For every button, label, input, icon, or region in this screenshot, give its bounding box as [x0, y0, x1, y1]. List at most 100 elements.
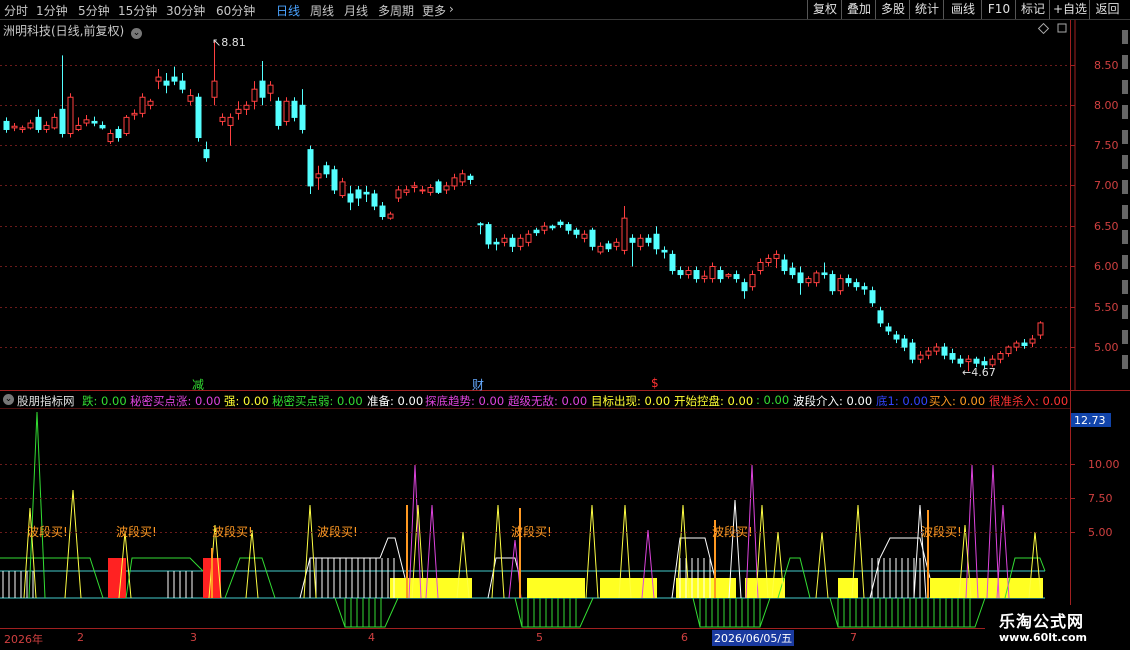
indicator-spike — [585, 504, 599, 599]
truncated-side-text — [1122, 280, 1128, 294]
candle-body — [701, 275, 708, 280]
candle-body — [115, 128, 122, 139]
indicator-spike — [64, 489, 82, 599]
ready-line — [869, 537, 931, 599]
candle-body — [107, 133, 114, 143]
wave-buy-signal-label: 波段买! — [317, 525, 358, 539]
candle-body — [821, 272, 828, 276]
candle-body — [669, 253, 676, 272]
truncated-side-text — [1122, 355, 1128, 369]
candle-body — [477, 223, 484, 226]
indicator-collapse-icon[interactable]: ⌄ — [3, 394, 14, 405]
indicator-tick-label: 10.00 — [1088, 458, 1120, 471]
watermark: 乐淘公式网 www.60lt.com — [985, 605, 1130, 650]
candle-body — [403, 189, 410, 193]
maximize-icon[interactable] — [1057, 23, 1067, 33]
candle-body — [299, 104, 306, 130]
date-month: 3 — [190, 631, 197, 644]
candle-body — [997, 353, 1004, 360]
arrow-icon: ← — [962, 366, 972, 379]
candle-body — [235, 108, 242, 114]
indicator-value-3: 秘密买点弱: 0.00 — [272, 394, 363, 408]
indicator-name[interactable]: 股朋指标网 — [17, 393, 75, 408]
wave-buy-signal-label: 波段买! — [116, 525, 157, 539]
wave-buy-signal-label: 波段买! — [212, 525, 253, 539]
candle-body — [163, 80, 170, 86]
candle-body — [467, 175, 474, 180]
indicator-value-10: 波段介入: 0.00 — [793, 394, 873, 408]
candle-body — [565, 224, 572, 231]
candle-body — [227, 116, 234, 126]
candle-body — [685, 270, 692, 276]
buy-signal-block — [108, 558, 126, 598]
candle-body — [371, 193, 378, 207]
candle-body — [557, 221, 564, 226]
candle-body — [661, 249, 668, 253]
candle-body — [573, 229, 580, 235]
candle-body — [909, 342, 916, 360]
candle-body — [869, 290, 876, 304]
candle-body — [315, 173, 322, 179]
truncated-side-text — [1122, 255, 1128, 269]
candle-body — [347, 193, 354, 203]
truncated-side-text — [1122, 330, 1128, 344]
diamond-icon[interactable] — [1037, 22, 1050, 35]
candle-body — [27, 122, 34, 129]
date-month: 4 — [368, 631, 375, 644]
candle-body — [781, 259, 788, 272]
wave-buy-signal-label: 波段买! — [921, 525, 962, 539]
marker-dollar[interactable]: $ — [651, 376, 659, 390]
candle-body — [179, 80, 186, 90]
price-tick-label: 6.50 — [1094, 220, 1119, 233]
candle-body — [733, 274, 740, 280]
truncated-side-text — [1122, 205, 1128, 219]
indicator-value-5: 探底趋势: 0.00 — [425, 394, 505, 408]
candle-body — [933, 346, 940, 352]
date-year: 2026年 — [4, 633, 43, 646]
indicator-spike — [815, 531, 829, 599]
candle-body — [155, 76, 162, 82]
candle-body — [131, 112, 138, 116]
candle-body — [267, 84, 274, 94]
arrow-icon: ↖ — [212, 36, 222, 49]
strong-signal-block — [390, 578, 472, 598]
candlestick-chart[interactable]: 8.50 8.00 7.50 7.00 6.50 6.00 5.50 5.00 10.00 7.… — [0, 0, 1130, 650]
indicator-spike — [28, 411, 46, 599]
indicator-value-1: 秘密买点涨: 0.00 — [130, 394, 221, 408]
candle-body — [291, 100, 298, 118]
candle-body — [451, 177, 458, 187]
wave-buy-signal-label: 波段买! — [712, 525, 753, 539]
candle-body — [757, 261, 764, 272]
candle-body — [677, 270, 684, 276]
indicator-value-12: 买入: 0.00 — [929, 394, 986, 408]
candle-body — [123, 116, 130, 135]
wave-buy-signal-label: 波段买! — [27, 525, 68, 539]
candle-body — [1005, 346, 1012, 355]
candle-body — [51, 116, 58, 129]
candle-body — [741, 282, 748, 292]
candle-body — [541, 225, 548, 231]
candle-body — [501, 237, 508, 243]
high-price-label: ↖8.81 — [212, 36, 246, 49]
candle-body — [717, 270, 724, 280]
price-tick-label: 5.50 — [1094, 301, 1119, 314]
candle-body — [517, 237, 524, 247]
candle-body — [139, 96, 146, 114]
indicator-value-0: 跌: 0.00 — [82, 394, 127, 408]
candle-body — [749, 274, 756, 288]
date-month: 2 — [77, 631, 84, 644]
candle-body — [901, 338, 908, 348]
indicator-spike — [491, 504, 505, 599]
price-tick-label: 7.50 — [1094, 139, 1119, 152]
watermark-title: 乐淘公式网 — [999, 612, 1085, 631]
current-value-text: 12.73 — [1074, 414, 1106, 427]
candle-body — [893, 334, 900, 340]
candle-body — [525, 233, 532, 243]
candle-body — [485, 224, 492, 245]
candle-body — [709, 266, 716, 280]
candle-body — [75, 124, 82, 130]
candle-body — [363, 191, 370, 195]
candle-body — [813, 272, 820, 284]
date-month: 7 — [850, 631, 857, 644]
candle-body — [589, 229, 596, 247]
